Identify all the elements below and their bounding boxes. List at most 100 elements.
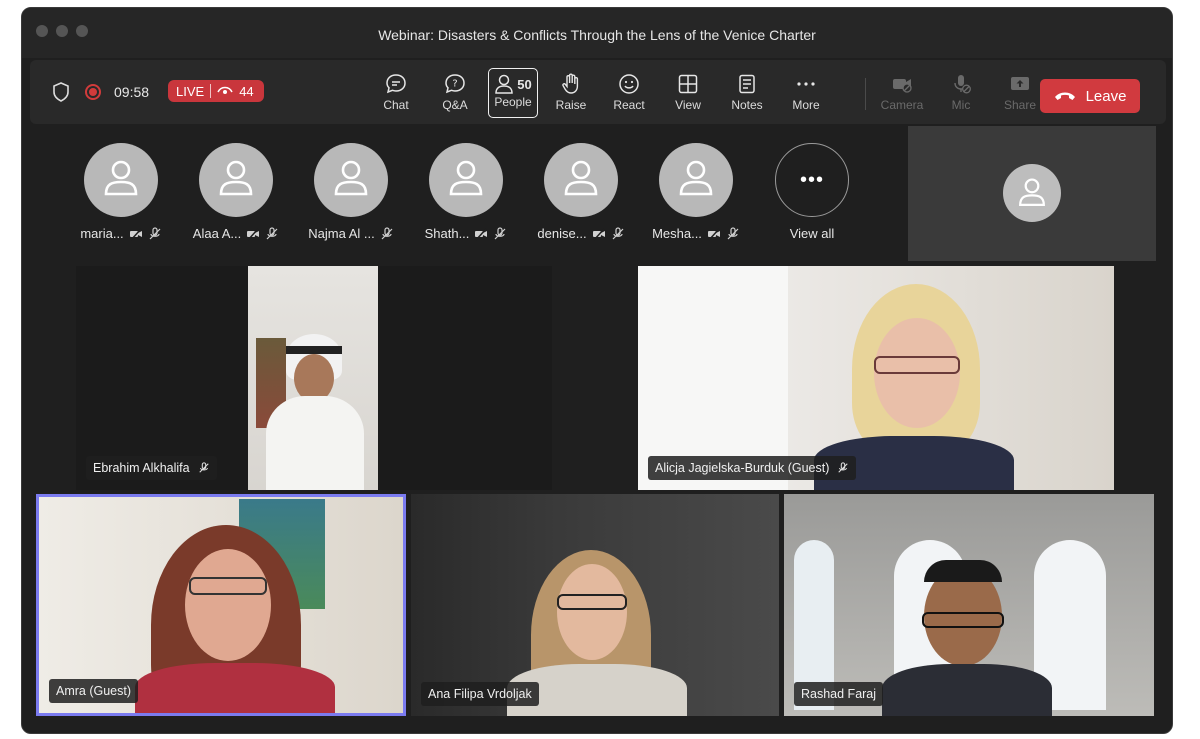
react-label: React <box>613 98 645 112</box>
mic-off-icon <box>149 226 161 239</box>
meeting-window: Webinar: Disasters & Conflicts Through t… <box>21 7 1173 734</box>
mic-button[interactable]: Mic <box>933 68 989 118</box>
live-badge: LIVE 44 <box>168 80 264 102</box>
participant-name: Najma Al ... <box>308 226 375 241</box>
view-button[interactable]: View <box>660 68 716 118</box>
person-icon <box>334 160 368 196</box>
person-icon <box>564 160 598 196</box>
mic-off-icon <box>266 226 278 239</box>
raise-hand-button[interactable]: Raise <box>543 68 599 118</box>
participant-name: Ana Filipa Vrdoljak <box>428 687 532 701</box>
qa-label: Q&A <box>442 98 468 112</box>
participant-nametag: Ebrahim Alkhalifa <box>86 456 217 480</box>
grid-icon <box>678 74 698 94</box>
person-icon <box>219 160 253 196</box>
video-tile-active-speaker[interactable]: Amra (Guest) <box>36 494 406 716</box>
notes-button[interactable]: Notes <box>719 68 775 118</box>
person-icon <box>104 160 138 196</box>
participant-nametag: Ana Filipa Vrdoljak <box>421 682 539 706</box>
video-tile[interactable]: Rashad Faraj <box>784 494 1154 716</box>
participant-name: maria... <box>80 226 124 241</box>
person-icon <box>1019 178 1045 206</box>
camera-off-icon <box>129 227 142 241</box>
participant-tile[interactable]: Najma Al ... <box>301 130 401 241</box>
participant-name: Ebrahim Alkhalifa <box>93 461 190 475</box>
chat-button[interactable]: Chat <box>368 68 424 118</box>
raise-label: Raise <box>555 98 587 112</box>
mic-label: Mic <box>951 98 971 112</box>
avatar <box>1003 164 1061 222</box>
raise-hand-icon <box>562 73 579 94</box>
live-label: LIVE <box>176 83 205 99</box>
people-label: People <box>494 95 532 109</box>
more-label: More <box>792 98 820 112</box>
video-tile[interactable]: Alicja Jagielska-Burduk (Guest) <box>638 266 1114 490</box>
mic-off-icon <box>198 462 209 473</box>
video-tile[interactable]: Ebrahim Alkhalifa <box>76 266 552 490</box>
participant-tile[interactable]: denise... <box>531 130 631 241</box>
avatar <box>199 143 273 217</box>
view-label: View <box>675 98 701 112</box>
leave-button[interactable]: Leave <box>1040 79 1140 113</box>
more-icon <box>797 82 815 86</box>
qa-button[interactable]: ? Q&A <box>427 68 483 118</box>
participant-tile[interactable]: Mesha... <box>646 130 746 241</box>
person-icon <box>679 160 713 196</box>
chat-icon <box>386 74 406 94</box>
avatar <box>544 143 618 217</box>
viewer-count: 44 <box>239 83 254 99</box>
camera-off-icon <box>592 227 605 241</box>
react-button[interactable]: React <box>601 68 657 118</box>
qa-icon: ? <box>445 74 465 94</box>
view-all-button[interactable]: ••• View all <box>762 130 862 241</box>
participant-name: Amra (Guest) <box>56 684 132 698</box>
mic-off-icon <box>494 226 506 239</box>
people-button[interactable]: 50 People <box>488 68 538 118</box>
avatar <box>659 143 733 217</box>
toolbar-divider <box>865 78 866 110</box>
participant-name: Mesha... <box>652 226 702 241</box>
participant-nametag: Rashad Faraj <box>794 682 884 706</box>
eye-icon <box>217 86 233 94</box>
avatar <box>84 143 158 217</box>
mic-off-icon <box>727 226 739 239</box>
avatar <box>429 143 503 217</box>
participant-name: Alicja Jagielska-Burduk (Guest) <box>655 461 830 475</box>
meeting-toolbar: 09:58 LIVE 44 Chat ? Q&A 50 People Raise <box>30 60 1166 124</box>
participant-nametag: Amra (Guest) <box>49 679 139 703</box>
participant-name: denise... <box>537 226 587 241</box>
svg-text:?: ? <box>452 79 457 90</box>
participant-tile[interactable]: maria... <box>71 130 171 241</box>
phone-hangup-icon <box>1054 92 1075 100</box>
self-view[interactable] <box>908 126 1156 261</box>
meeting-timer: 09:58 <box>114 84 150 100</box>
shield-icon[interactable] <box>52 82 70 102</box>
more-button[interactable]: More <box>778 68 834 118</box>
camera-off-icon <box>247 227 260 241</box>
camera-off-icon <box>893 79 912 93</box>
title-bar: Webinar: Disasters & Conflicts Through t… <box>22 8 1172 58</box>
more-icon: ••• <box>775 143 849 217</box>
participant-tile[interactable]: Alaa A... <box>186 130 286 241</box>
mic-off-icon <box>381 226 393 239</box>
video-tile[interactable]: Ana Filipa Vrdoljak <box>411 494 779 716</box>
notes-label: Notes <box>731 98 763 112</box>
camera-button[interactable]: Camera <box>874 68 930 118</box>
people-icon <box>495 74 514 94</box>
camera-off-icon <box>707 227 720 241</box>
camera-label: Camera <box>880 98 924 112</box>
participant-name: Rashad Faraj <box>801 687 877 701</box>
smiley-icon <box>619 74 639 94</box>
participant-tile[interactable]: Shath... <box>416 130 516 241</box>
mic-off-icon <box>838 462 849 473</box>
notes-icon <box>739 74 755 94</box>
share-icon <box>1011 77 1029 90</box>
person-icon <box>449 160 483 196</box>
chat-label: Chat <box>383 98 409 112</box>
window-title: Webinar: Disasters & Conflicts Through t… <box>378 27 816 43</box>
camera-off-icon <box>475 227 488 241</box>
mic-off-icon <box>954 75 971 94</box>
participant-nametag: Alicja Jagielska-Burduk (Guest) <box>648 456 857 480</box>
participant-name: Shath... <box>424 226 470 241</box>
leave-label: Leave <box>1085 87 1127 105</box>
